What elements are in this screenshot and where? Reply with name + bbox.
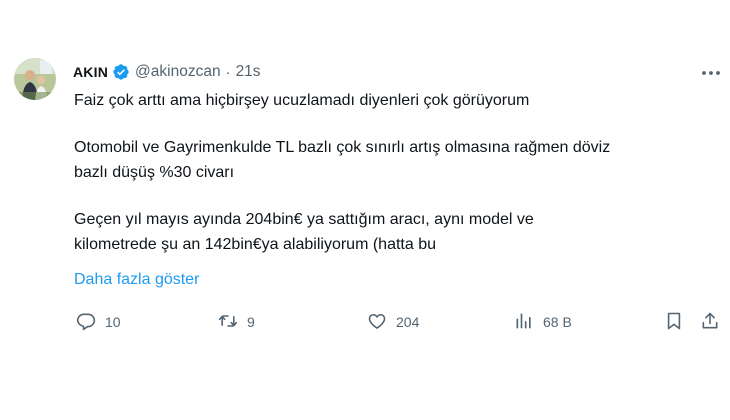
separator: · [225, 63, 231, 81]
repost-button[interactable]: 9 [218, 310, 255, 334]
views-count: 68 B [543, 314, 572, 330]
reply-count: 10 [105, 314, 121, 330]
tweet[interactable]: AKIN @akinozcan · 21s Faiz çok arttı ama… [0, 0, 730, 420]
tweet-line: Faiz çok arttı ama hiçbirşey ucuzlamadı … [74, 92, 530, 109]
repost-icon [218, 311, 238, 334]
like-icon [367, 311, 387, 334]
bookmark-button[interactable] [664, 310, 684, 334]
more-icon[interactable] [698, 62, 724, 84]
share-button[interactable] [700, 310, 720, 334]
tweet-text: Faiz çok arttı ama hiçbirşey ucuzlamadı … [74, 88, 714, 257]
share-icon [700, 311, 720, 334]
like-button[interactable]: 204 [367, 310, 419, 334]
show-more-link[interactable]: Daha fazla göster [74, 269, 199, 291]
bookmark-icon [664, 311, 684, 334]
action-bar: 10 9 204 68 B [74, 310, 724, 334]
tweet-header: AKIN @akinozcan · 21s [73, 61, 261, 83]
reply-button[interactable]: 10 [76, 310, 121, 334]
author-name[interactable]: AKIN [73, 64, 108, 80]
avatar[interactable] [14, 58, 56, 100]
views-button[interactable]: 68 B [514, 310, 572, 334]
views-icon [514, 311, 534, 334]
timestamp[interactable]: 21s [236, 63, 261, 81]
verified-badge-icon [112, 63, 130, 81]
tweet-line: Otomobil ve Gayrimenkulde TL bazlı çok s… [74, 139, 611, 156]
tweet-line: bazlı düşüş %30 civarı [74, 164, 235, 181]
reply-icon [76, 311, 96, 334]
author-handle[interactable]: @akinozcan [135, 63, 221, 81]
tweet-line: kilometrede şu an 142bin€ya alabiliyorum… [74, 236, 436, 253]
repost-count: 9 [247, 314, 255, 330]
like-count: 204 [396, 314, 420, 330]
tweet-line: Geçen yıl mayıs ayında 204bin€ ya sattığ… [74, 211, 534, 228]
